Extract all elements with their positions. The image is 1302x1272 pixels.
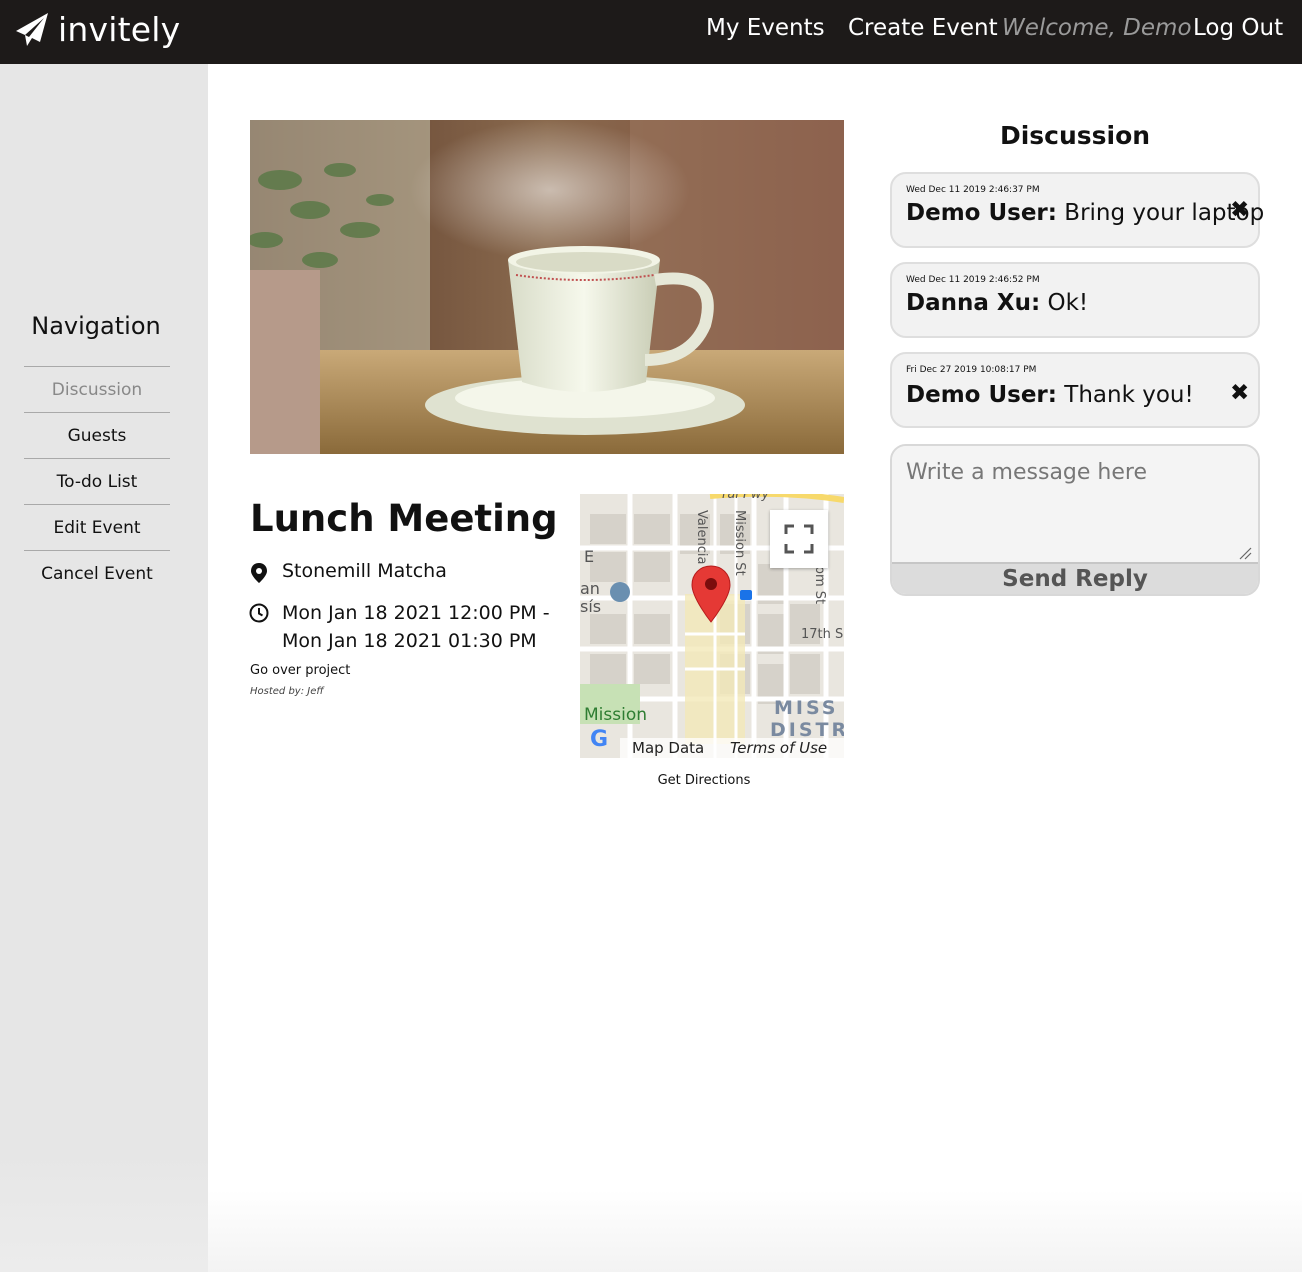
message-text: Thank you! [1056,382,1194,408]
logo[interactable]: invitely [14,10,180,49]
message-text: Ok! [1040,290,1089,316]
map-label-mission: Mission [584,705,647,725]
event-location: Stonemill Matcha [282,560,447,582]
message-author: Demo User: [906,382,1057,408]
map-label-e: E [584,547,594,566]
google-logo: G [590,727,608,752]
resize-grip-icon[interactable] [1238,546,1252,560]
event-cover-image [250,120,844,454]
message-body: Danna Xu: Ok! [906,290,1088,316]
top-bar: invitely My Events Create Event Welcome,… [0,0,1302,64]
map-label-an: an [580,579,600,598]
sidebar-item-cancel-event[interactable]: Cancel Event [24,550,170,596]
sidebar: Navigation Discussion Guests To-do List … [0,64,208,1272]
map-label-om-st: om St [812,566,827,604]
fullscreen-button[interactable] [770,510,828,568]
terms-of-use-link[interactable]: Terms of Use [730,739,827,757]
message-timestamp: Wed Dec 11 2019 2:46:37 PM [906,185,1040,195]
event-description: Go over project [250,663,351,678]
get-directions-link[interactable]: Get Directions [580,773,828,788]
delete-message-icon[interactable]: ✖ [1230,382,1249,405]
map-label-pwy: ral Pwy [722,494,770,502]
reply-form: Send Reply [890,444,1260,596]
welcome-text: Welcome, Demo [1002,15,1192,41]
delete-message-icon[interactable]: ✖ [1230,199,1249,222]
message-timestamp: Fri Dec 27 2019 10:08:17 PM [906,365,1037,375]
event-time-end: Mon Jan 18 2021 01:30 PM [282,630,537,652]
message-card: Wed Dec 11 2019 2:46:37 PM Demo User: Br… [890,172,1264,248]
location-pin-icon [251,563,267,583]
message-body: Demo User: Thank you! [906,382,1194,408]
message-card: Fri Dec 27 2019 10:08:17 PM Demo User: T… [890,352,1260,428]
message-timestamp: Wed Dec 11 2019 2:46:52 PM [906,275,1040,285]
map-data-link[interactable]: Map Data [632,739,704,757]
sidebar-item-todo-list[interactable]: To-do List [24,458,170,504]
map-label-miss: MISS [774,697,839,719]
nav-log-out[interactable]: Log Out [1193,15,1283,41]
bottom-fade [208,1190,1302,1272]
map-label-17th: 17th S [801,627,843,642]
map-footer: Map Data Terms of Use [620,738,844,758]
message-author: Demo User: [906,200,1057,226]
sidebar-item-discussion[interactable]: Discussion [24,366,170,412]
nav-my-events[interactable]: My Events [706,15,825,41]
send-reply-button[interactable]: Send Reply [892,562,1258,594]
discussion-title: Discussion [999,121,1151,150]
message-author: Danna Xu: [906,290,1041,316]
map-label-sis: sís [580,597,601,616]
nav-create-event[interactable]: Create Event [848,15,998,41]
event-time-start: Mon Jan 18 2021 12:00 PM - [282,602,550,624]
message-body: Demo User: Bring your laptop [906,200,1264,226]
event-host: Hosted by: Jeff [250,686,324,697]
map-label-mission-st: Mission St [732,510,747,576]
logo-text: invitely [58,10,181,49]
sidebar-item-edit-event[interactable]: Edit Event [24,504,170,550]
map-label-valencia: Valencia [694,510,709,564]
reply-input[interactable] [892,446,1258,562]
clock-icon [249,603,269,623]
event-title: Lunch Meeting [250,497,558,540]
fullscreen-icon [784,524,814,554]
paper-plane-icon [16,12,48,46]
sidebar-title: Navigation [31,312,161,340]
location-map[interactable]: ral Pwy Valencia Mission St om St 17th S… [580,494,844,758]
sidebar-item-guests[interactable]: Guests [24,412,170,458]
message-card: Wed Dec 11 2019 2:46:52 PM Danna Xu: Ok! [890,262,1260,338]
